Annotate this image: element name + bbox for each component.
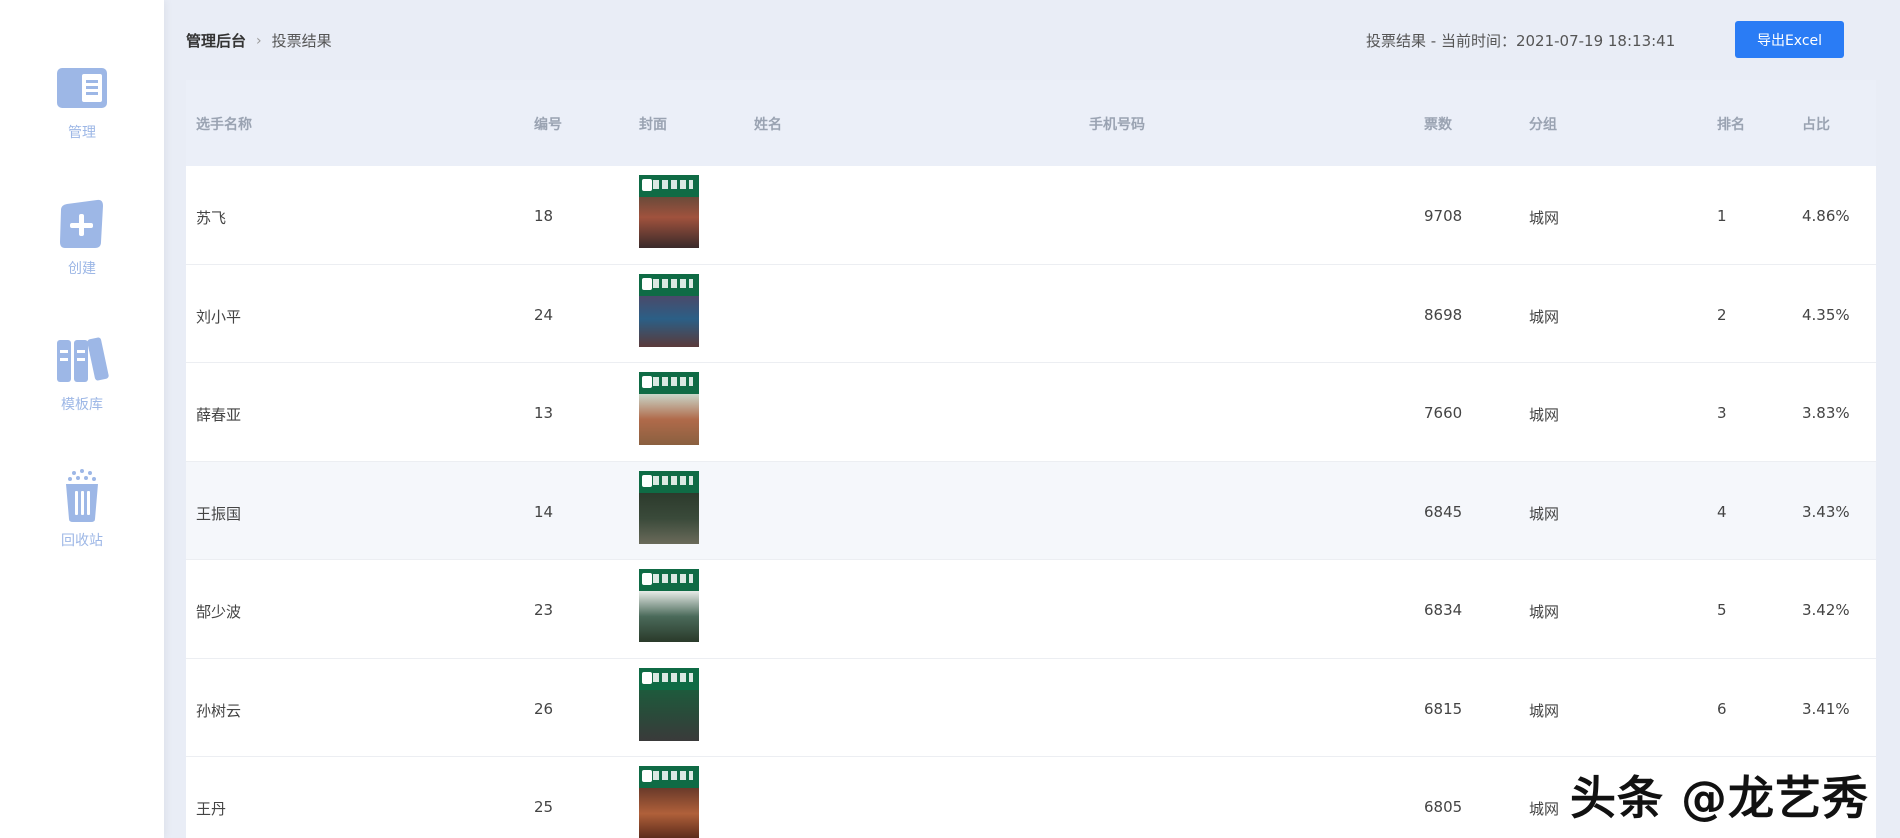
cell-contestant-name: 孙树云: [196, 701, 242, 720]
cover-image[interactable]: [639, 569, 699, 642]
watermark: 头条 @龙艺秀: [1570, 771, 1870, 825]
breadcrumb-current: 投票结果: [271, 32, 332, 50]
sidebar-item-manage[interactable]: 管理: [0, 62, 164, 142]
cell-number: 14: [534, 502, 554, 521]
cell-ratio: 3.43%: [1802, 502, 1850, 521]
cover-image[interactable]: [639, 470, 699, 544]
chevron-right-icon: ›: [256, 32, 262, 49]
table-body: 苏飞 18 9708 城网 1 4.86% 刘小平 24 8698 城网 2 4.35% 薛春亚 13 76…: [186, 166, 1876, 838]
cell-contestant-name: 王振国: [196, 504, 242, 523]
table-row[interactable]: 孙树云 26 6815 城网 6 3.41%: [186, 658, 1876, 757]
cell-number: 25: [534, 798, 554, 816]
cell-ratio: 3.41%: [1802, 699, 1850, 718]
sidebar-item-recycle-bin[interactable]: 回收站: [0, 469, 164, 550]
cell-contestant-name: 郜少波: [196, 603, 242, 621]
cell-rank: 5: [1717, 601, 1727, 619]
cell-votes: 6805: [1424, 798, 1463, 816]
cell-contestant-name: 薛春亚: [196, 406, 242, 424]
cell-rank: 3: [1717, 404, 1727, 422]
cell-rank: 6: [1717, 699, 1727, 718]
cover-image[interactable]: [639, 273, 699, 347]
cell-group: 城网: [1529, 307, 1560, 326]
cell-ratio: 3.42%: [1802, 601, 1850, 619]
template-library-icon: [54, 334, 110, 386]
table-row[interactable]: 苏飞 18 9708 城网 1 4.86%: [186, 166, 1876, 265]
table-header: 选手名称 编号 封面 姓名 手机号码 票数 分组 排名 占比: [186, 80, 1876, 166]
table-row[interactable]: 郜少波 23 6834 城网 5 3.42%: [186, 560, 1876, 659]
table-row[interactable]: 薛春亚 13 7660 城网 3 3.83%: [186, 363, 1876, 462]
cell-group: 城网: [1529, 800, 1560, 818]
column-header-phone: 手机号码: [1089, 117, 1145, 133]
cell-votes: 7660: [1424, 404, 1463, 422]
cover-image[interactable]: [639, 372, 699, 445]
cell-number: 13: [534, 404, 554, 422]
sidebar-item-label: 回收站: [61, 533, 103, 549]
cell-ratio: 3.83%: [1802, 404, 1850, 422]
cell-rank: 2: [1717, 305, 1727, 324]
sidebar-item-label: 模板库: [61, 397, 103, 413]
cell-group: 城网: [1529, 209, 1560, 227]
sidebar-item-label: 创建: [68, 261, 96, 277]
cell-number: 26: [534, 699, 554, 718]
cell-votes: 6815: [1424, 699, 1463, 718]
current-time-text: 投票结果 - 当前时间：2021-07-19 18:13:41: [1366, 32, 1676, 50]
cell-group: 城网: [1529, 406, 1560, 424]
sidebar-item-template-library[interactable]: 模板库: [0, 334, 164, 414]
column-header-group: 分组: [1529, 117, 1557, 133]
manage-icon: [54, 62, 110, 114]
sidebar-item-create[interactable]: 创建: [0, 198, 164, 278]
recycle-bin-icon: [54, 469, 110, 522]
sidebar-item-label: 管理: [68, 125, 96, 141]
cell-contestant-name: 苏飞: [196, 209, 227, 227]
cover-image[interactable]: [639, 766, 699, 838]
cell-contestant-name: 王丹: [196, 800, 227, 818]
table-row[interactable]: 王振国 14 6845 城网 4 3.43%: [186, 461, 1876, 560]
export-excel-button[interactable]: 导出Excel: [1735, 21, 1844, 58]
table-row[interactable]: 刘小平 24 8698 城网 2 4.35%: [186, 264, 1876, 363]
cell-number: 18: [534, 207, 554, 225]
cell-number: 24: [534, 305, 554, 324]
cell-votes: 6845: [1424, 502, 1463, 521]
cell-number: 23: [534, 601, 554, 619]
cover-image[interactable]: [639, 667, 699, 741]
cell-contestant-name: 刘小平: [196, 307, 242, 326]
cell-votes: 8698: [1424, 305, 1463, 324]
column-header-number: 编号: [534, 117, 562, 133]
column-header-votes: 票数: [1424, 117, 1452, 133]
cover-image[interactable]: [639, 175, 699, 248]
cell-group: 城网: [1529, 701, 1560, 720]
breadcrumb: 管理后台 › 投票结果: [186, 30, 332, 51]
cell-group: 城网: [1529, 603, 1560, 621]
cell-votes: 6834: [1424, 601, 1463, 619]
column-header-contestant-name: 选手名称: [196, 117, 252, 133]
column-header-ratio: 占比: [1802, 117, 1830, 133]
create-icon: [54, 198, 110, 250]
cell-group: 城网: [1529, 504, 1560, 523]
cell-votes: 9708: [1424, 207, 1463, 225]
breadcrumb-root[interactable]: 管理后台: [186, 30, 246, 51]
cell-rank: 1: [1717, 207, 1727, 225]
cell-ratio: 4.35%: [1802, 305, 1850, 324]
column-header-rank: 排名: [1717, 117, 1745, 133]
column-header-name: 姓名: [754, 117, 782, 133]
results-table: 选手名称 编号 封面 姓名 手机号码 票数 分组 排名 占比 苏飞 18 9708 城…: [186, 80, 1876, 838]
column-header-cover: 封面: [639, 117, 667, 133]
cell-rank: 4: [1717, 502, 1727, 521]
cell-ratio: 4.86%: [1802, 207, 1850, 225]
sidebar: 管理 创建 模板库 回收站: [0, 0, 164, 838]
